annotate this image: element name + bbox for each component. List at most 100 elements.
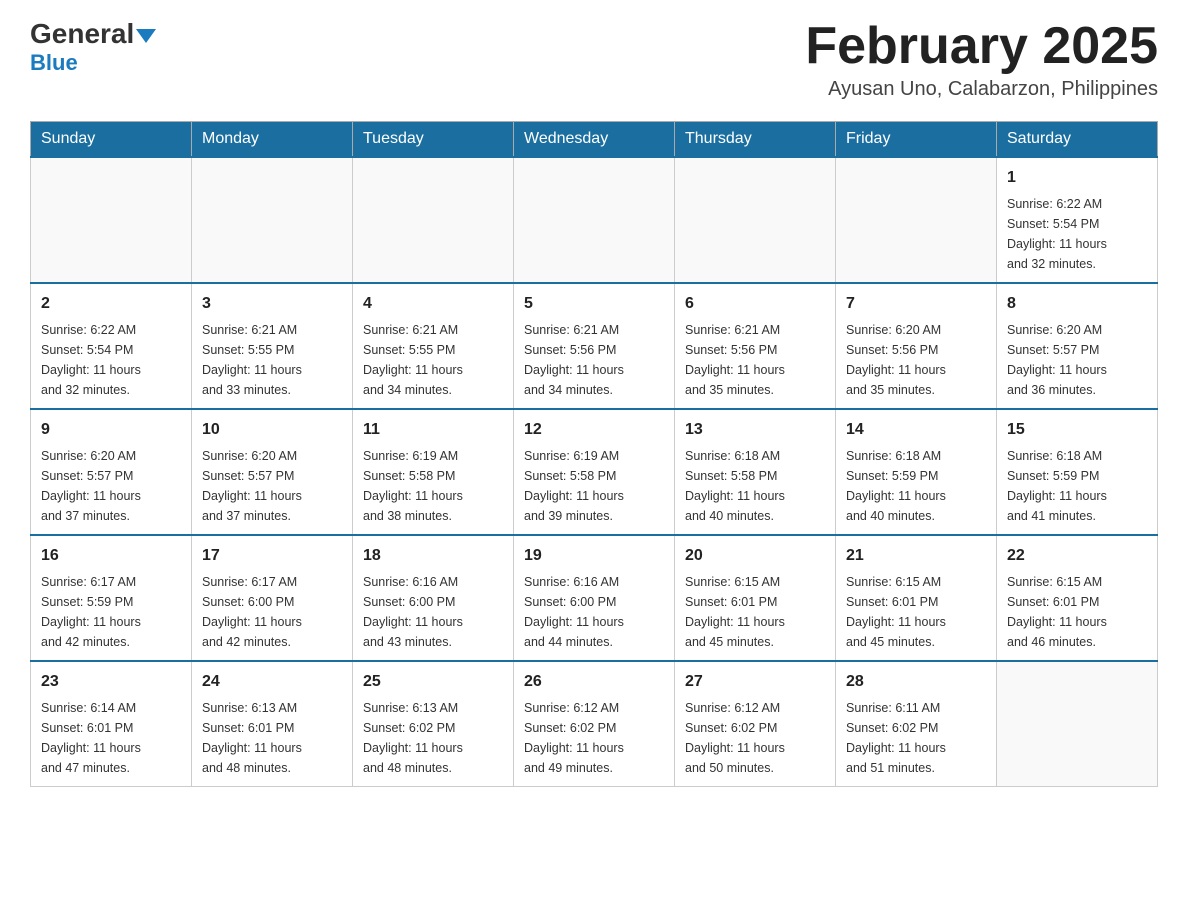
- day-number: 6: [685, 292, 825, 316]
- calendar-body: 1Sunrise: 6:22 AMSunset: 5:54 PMDaylight…: [31, 157, 1158, 787]
- day-info: Sunrise: 6:15 AMSunset: 6:01 PMDaylight:…: [846, 572, 986, 652]
- day-number: 22: [1007, 544, 1147, 568]
- calendar-day-cell: 11 Sunrise: 6:19 AMSunset: 5:58 PMDayligh…: [353, 409, 514, 535]
- calendar-day-cell: 23 Sunrise: 6:14 AMSunset: 6:01 PMDayligh…: [31, 661, 192, 787]
- day-number: 27: [685, 670, 825, 694]
- day-number: 28: [846, 670, 986, 694]
- calendar-day-cell: 27 Sunrise: 6:12 AMSunset: 6:02 PMDayligh…: [675, 661, 836, 787]
- day-info: Sunrise: 6:12 AMSunset: 6:02 PMDaylight:…: [685, 698, 825, 778]
- day-info: Sunrise: 6:22 AMSunset: 5:54 PMDaylight:…: [1007, 194, 1147, 274]
- day-number: 17: [202, 544, 342, 568]
- day-info: Sunrise: 6:20 AMSunset: 5:57 PMDaylight:…: [41, 446, 181, 526]
- logo-triangle-icon: [136, 29, 156, 43]
- weekday-header-row: Sunday Monday Tuesday Wednesday Thursday…: [31, 122, 1158, 158]
- calendar-day-cell: 10 Sunrise: 6:20 AMSunset: 5:57 PMDayligh…: [192, 409, 353, 535]
- day-info: Sunrise: 6:21 AMSunset: 5:56 PMDaylight:…: [685, 320, 825, 400]
- calendar-day-cell: 16 Sunrise: 6:17 AMSunset: 5:59 PMDayligh…: [31, 535, 192, 661]
- calendar-day-cell: 2Sunrise: 6:22 AMSunset: 5:54 PMDaylight…: [31, 283, 192, 409]
- header-saturday: Saturday: [997, 122, 1158, 158]
- calendar-day-cell: 24Sunrise: 6:13 AMSunset: 6:01 PMDayligh…: [192, 661, 353, 787]
- day-number: 3: [202, 292, 342, 316]
- calendar-day-cell: [997, 661, 1158, 787]
- day-info: Sunrise: 6:21 AMSunset: 5:55 PMDaylight:…: [202, 320, 342, 400]
- day-number: 5: [524, 292, 664, 316]
- day-info: Sunrise: 6:21 AMSunset: 5:56 PMDaylight:…: [524, 320, 664, 400]
- calendar-day-cell: 14 Sunrise: 6:18 AMSunset: 5:59 PMDayligh…: [836, 409, 997, 535]
- day-number: 19: [524, 544, 664, 568]
- calendar-table: Sunday Monday Tuesday Wednesday Thursday…: [30, 121, 1158, 787]
- calendar-day-cell: 13 Sunrise: 6:18 AMSunset: 5:58 PMDayligh…: [675, 409, 836, 535]
- day-number: 23: [41, 670, 181, 694]
- day-info: Sunrise: 6:19 AMSunset: 5:58 PMDaylight:…: [524, 446, 664, 526]
- day-number: 20: [685, 544, 825, 568]
- logo-general: General: [30, 18, 134, 49]
- day-info: Sunrise: 6:20 AMSunset: 5:57 PMDaylight:…: [202, 446, 342, 526]
- day-info: Sunrise: 6:21 AMSunset: 5:55 PMDaylight:…: [363, 320, 503, 400]
- day-info: Sunrise: 6:16 AMSunset: 6:00 PMDaylight:…: [363, 572, 503, 652]
- calendar-day-cell: 22Sunrise: 6:15 AMSunset: 6:01 PMDayligh…: [997, 535, 1158, 661]
- day-number: 15: [1007, 418, 1147, 442]
- day-info: Sunrise: 6:16 AMSunset: 6:00 PMDaylight:…: [524, 572, 664, 652]
- day-info: Sunrise: 6:18 AMSunset: 5:58 PMDaylight:…: [685, 446, 825, 526]
- calendar-day-cell: 19 Sunrise: 6:16 AMSunset: 6:00 PMDayligh…: [514, 535, 675, 661]
- header-sunday: Sunday: [31, 122, 192, 158]
- header-tuesday: Tuesday: [353, 122, 514, 158]
- header-monday: Monday: [192, 122, 353, 158]
- calendar-day-cell: 21 Sunrise: 6:15 AMSunset: 6:01 PMDayligh…: [836, 535, 997, 661]
- day-number: 8: [1007, 292, 1147, 316]
- logo-blue: Blue: [30, 50, 78, 76]
- calendar-day-cell: 7 Sunrise: 6:20 AMSunset: 5:56 PMDaylight…: [836, 283, 997, 409]
- day-number: 21: [846, 544, 986, 568]
- page-header: General Blue February 2025 Ayusan Uno, C…: [30, 20, 1158, 101]
- calendar-week-row: 2Sunrise: 6:22 AMSunset: 5:54 PMDaylight…: [31, 283, 1158, 409]
- calendar-week-row: 1Sunrise: 6:22 AMSunset: 5:54 PMDaylight…: [31, 157, 1158, 283]
- logo: General Blue: [30, 20, 156, 76]
- day-info: Sunrise: 6:19 AMSunset: 5:58 PMDaylight:…: [363, 446, 503, 526]
- day-number: 14: [846, 418, 986, 442]
- calendar-day-cell: 5 Sunrise: 6:21 AMSunset: 5:56 PMDaylight…: [514, 283, 675, 409]
- day-number: 24: [202, 670, 342, 694]
- calendar-day-cell: 15Sunrise: 6:18 AMSunset: 5:59 PMDayligh…: [997, 409, 1158, 535]
- calendar-day-cell: 25 Sunrise: 6:13 AMSunset: 6:02 PMDayligh…: [353, 661, 514, 787]
- day-number: 25: [363, 670, 503, 694]
- calendar-day-cell: 17 Sunrise: 6:17 AMSunset: 6:00 PMDayligh…: [192, 535, 353, 661]
- calendar-day-cell: 18 Sunrise: 6:16 AMSunset: 6:00 PMDayligh…: [353, 535, 514, 661]
- calendar-day-cell: [31, 157, 192, 283]
- calendar-day-cell: 3 Sunrise: 6:21 AMSunset: 5:55 PMDaylight…: [192, 283, 353, 409]
- day-info: Sunrise: 6:14 AMSunset: 6:01 PMDaylight:…: [41, 698, 181, 778]
- calendar-day-cell: 8Sunrise: 6:20 AMSunset: 5:57 PMDaylight…: [997, 283, 1158, 409]
- day-info: Sunrise: 6:20 AMSunset: 5:56 PMDaylight:…: [846, 320, 986, 400]
- day-info: Sunrise: 6:12 AMSunset: 6:02 PMDaylight:…: [524, 698, 664, 778]
- calendar-day-cell: 4 Sunrise: 6:21 AMSunset: 5:55 PMDaylight…: [353, 283, 514, 409]
- day-number: 2: [41, 292, 181, 316]
- day-number: 13: [685, 418, 825, 442]
- day-number: 12: [524, 418, 664, 442]
- day-number: 11: [363, 418, 503, 442]
- day-number: 16: [41, 544, 181, 568]
- day-info: Sunrise: 6:18 AMSunset: 5:59 PMDaylight:…: [846, 446, 986, 526]
- calendar-day-cell: 1Sunrise: 6:22 AMSunset: 5:54 PMDaylight…: [997, 157, 1158, 283]
- calendar-day-cell: 9 Sunrise: 6:20 AMSunset: 5:57 PMDaylight…: [31, 409, 192, 535]
- header-thursday: Thursday: [675, 122, 836, 158]
- day-number: 7: [846, 292, 986, 316]
- day-info: Sunrise: 6:13 AMSunset: 6:02 PMDaylight:…: [363, 698, 503, 778]
- calendar-week-row: 23 Sunrise: 6:14 AMSunset: 6:01 PMDayligh…: [31, 661, 1158, 787]
- calendar-day-cell: 28Sunrise: 6:11 AMSunset: 6:02 PMDayligh…: [836, 661, 997, 787]
- calendar-day-cell: 12 Sunrise: 6:19 AMSunset: 5:58 PMDayligh…: [514, 409, 675, 535]
- header-wednesday: Wednesday: [514, 122, 675, 158]
- calendar-header: Sunday Monday Tuesday Wednesday Thursday…: [31, 122, 1158, 158]
- day-number: 9: [41, 418, 181, 442]
- month-title: February 2025: [805, 20, 1158, 72]
- calendar-day-cell: [192, 157, 353, 283]
- location-title: Ayusan Uno, Calabarzon, Philippines: [805, 78, 1158, 101]
- day-info: Sunrise: 6:15 AMSunset: 6:01 PMDaylight:…: [685, 572, 825, 652]
- day-number: 10: [202, 418, 342, 442]
- calendar-day-cell: 6 Sunrise: 6:21 AMSunset: 5:56 PMDaylight…: [675, 283, 836, 409]
- calendar-day-cell: [675, 157, 836, 283]
- day-info: Sunrise: 6:17 AMSunset: 6:00 PMDaylight:…: [202, 572, 342, 652]
- day-number: 26: [524, 670, 664, 694]
- day-info: Sunrise: 6:17 AMSunset: 5:59 PMDaylight:…: [41, 572, 181, 652]
- day-number: 18: [363, 544, 503, 568]
- day-number: 4: [363, 292, 503, 316]
- calendar-day-cell: [514, 157, 675, 283]
